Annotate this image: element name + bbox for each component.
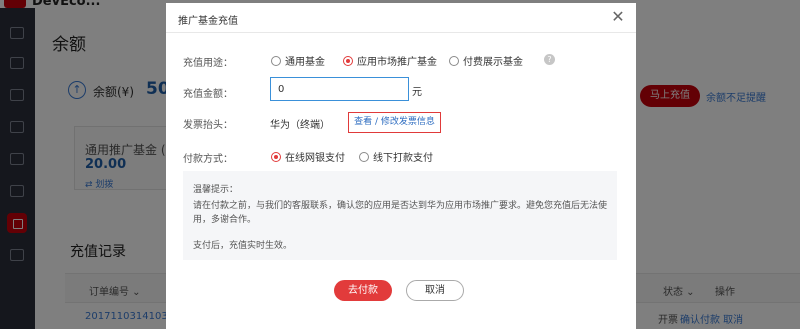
purpose-option-general[interactable]: 通用基金 bbox=[271, 53, 325, 68]
radio-icon bbox=[271, 55, 281, 66]
purpose-option-label: 应用市场推广基金 bbox=[357, 57, 437, 68]
radio-checked-icon bbox=[343, 55, 353, 66]
purpose-option-appmarket[interactable]: 应用市场推广基金 bbox=[343, 53, 437, 68]
amount-label: 充值金额： bbox=[183, 89, 233, 100]
purpose-option-label: 通用基金 bbox=[285, 57, 325, 68]
cancel-button[interactable]: 取消 bbox=[406, 280, 464, 301]
notice-footer: 支付后，充值实时生效。 bbox=[193, 241, 293, 251]
payment-label: 付款方式： bbox=[183, 154, 233, 165]
pay-button[interactable]: 去付款 bbox=[334, 280, 392, 301]
invoice-label: 发票抬头： bbox=[183, 120, 233, 131]
edit-invoice-link[interactable]: 查看 / 修改发票信息 bbox=[348, 112, 441, 133]
notice-body: 请在付款之前，与我们的客服联系，确认您的应用是否达到华为应用市场推广要求。避免您… bbox=[193, 201, 608, 225]
amount-input[interactable] bbox=[270, 77, 409, 101]
invoice-title-value: 华为（终端） bbox=[270, 120, 330, 131]
payment-option-online[interactable]: 在线网银支付 bbox=[271, 149, 345, 164]
dialog-header: 推广基金充值 ✕ bbox=[166, 3, 636, 33]
purpose-option-paid-display[interactable]: 付费展示基金 bbox=[449, 53, 523, 68]
recharge-dialog: 推广基金充值 ✕ 充值用途： 通用基金 应用市场推广基金 付费展示基金 ? 充值… bbox=[166, 3, 636, 329]
payment-option-label: 在线网银支付 bbox=[285, 153, 345, 164]
purpose-option-label: 付费展示基金 bbox=[463, 57, 523, 68]
radio-icon bbox=[359, 151, 369, 162]
amount-unit: 元 bbox=[412, 87, 422, 98]
purpose-label: 充值用途： bbox=[183, 58, 233, 69]
payment-option-offline[interactable]: 线下打款支付 bbox=[359, 149, 433, 164]
help-icon[interactable]: ? bbox=[544, 54, 555, 65]
close-icon[interactable]: ✕ bbox=[608, 7, 628, 27]
notice-box: 温馨提示： 请在付款之前，与我们的客服联系，确认您的应用是否达到华为应用市场推广… bbox=[183, 171, 617, 260]
radio-icon bbox=[449, 55, 459, 66]
notice-title: 温馨提示： bbox=[193, 185, 239, 195]
dialog-title: 推广基金充值 bbox=[178, 16, 238, 27]
radio-checked-icon bbox=[271, 151, 281, 162]
payment-option-label: 线下打款支付 bbox=[373, 153, 433, 164]
